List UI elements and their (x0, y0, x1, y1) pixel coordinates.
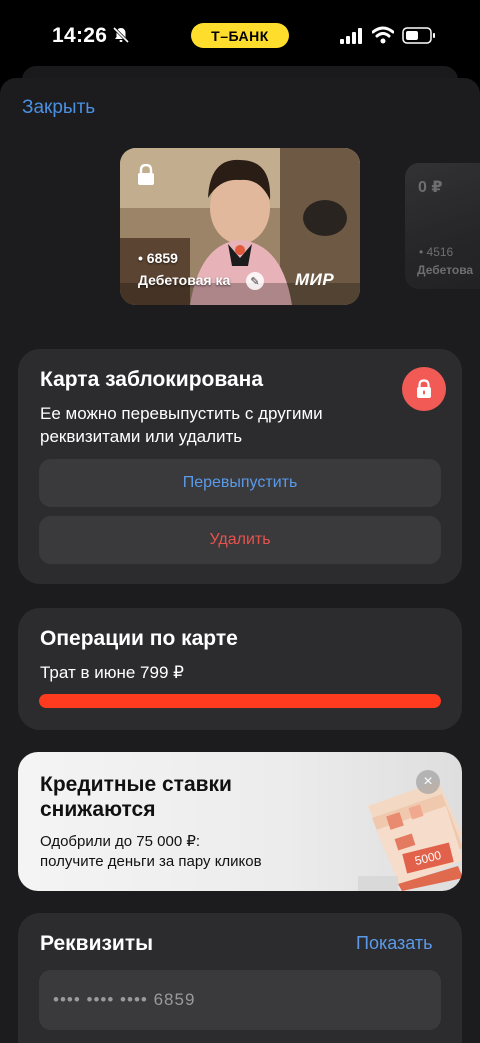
blocked-title: Карта заблокирована (40, 368, 264, 391)
close-button[interactable]: Закрыть (22, 97, 95, 119)
card-balance: 0 ₽ (418, 179, 443, 196)
bell-muted-icon (112, 26, 130, 44)
selected-card[interactable]: • 6859 Дебетовая ка ✎ МИР (120, 148, 360, 305)
blocked-description-line1: Ее можно перевыпустить с другими (40, 404, 323, 423)
card-number: • 6859 (138, 250, 178, 266)
promo-title: Кредитные ставки снижаются (40, 773, 232, 821)
edit-pencil-icon[interactable]: ✎ (246, 272, 264, 290)
delete-button[interactable]: Удалить (39, 516, 441, 564)
lock-badge-icon (402, 367, 446, 411)
promo-text: Одобрили до 75 000 ₽: получите деньги за… (40, 832, 340, 872)
wifi-icon (372, 26, 394, 44)
close-icon[interactable]: × (416, 770, 440, 794)
card-blocked-section: Карта заблокирована Ее можно перевыпусти… (18, 349, 462, 584)
bank-pill[interactable]: Т–БАНК (191, 23, 289, 48)
blocked-description-line2: реквизитами или удалить (40, 427, 243, 446)
cellular-signal-icon (340, 28, 362, 44)
reissue-button[interactable]: Перевыпустить (39, 459, 441, 507)
battery-icon (402, 27, 435, 44)
show-requisites-button[interactable]: Показать (356, 933, 433, 954)
requisites-section: Реквизиты Показать •••• •••• •••• 6859 (18, 913, 462, 1043)
card-type: Дебетовая ка (138, 272, 231, 288)
promo-text-line1: Одобрили до 75 000 ₽: (40, 833, 201, 850)
spending-progress-fill (39, 694, 441, 708)
spending-progress-bar (39, 694, 441, 708)
promo-text-line2: получите деньги за пару кликов (40, 853, 262, 870)
operations-title: Операции по карте (40, 627, 238, 650)
status-time: 14:26 (52, 24, 108, 47)
spending-summary: Трат в июне 799 ₽ (40, 663, 184, 682)
credit-promo-banner[interactable]: Кредитные ставки снижаются Одобрили до 7… (18, 752, 462, 891)
card-number: • 4516 (419, 245, 454, 259)
card-type: Дебетова (417, 263, 474, 277)
requisites-title: Реквизиты (40, 932, 154, 955)
mir-logo: МИР (295, 270, 335, 289)
lock-icon (138, 164, 154, 185)
card-number-field[interactable]: •••• •••• •••• 6859 (39, 970, 441, 1030)
card-operations-section[interactable]: Операции по карте Трат в июне 799 ₽ (18, 608, 462, 730)
next-card[interactable]: 0 ₽ • 4516 Дебетова (405, 163, 480, 289)
status-bar: 14:26 Т–БАНК (0, 0, 480, 70)
